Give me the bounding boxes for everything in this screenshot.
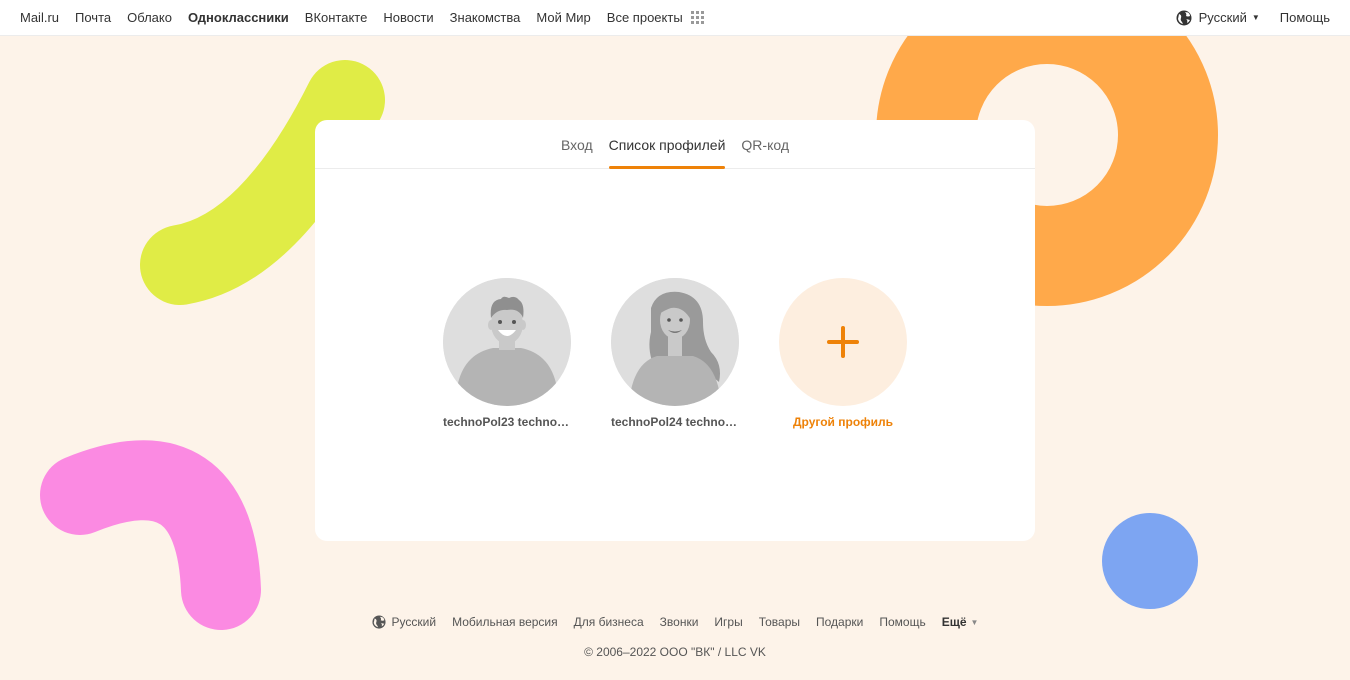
profile-name: technoPol23 technoPol23 xyxy=(443,415,571,429)
add-profile-label: Другой профиль xyxy=(792,415,894,429)
login-card: Вход Список профилей QR-код technoPol23 … xyxy=(315,120,1035,541)
footer-language-selector[interactable]: Русский xyxy=(371,615,437,629)
profile-item[interactable]: technoPol24 technoPol24 xyxy=(611,278,739,429)
profile-name: technoPol24 technoPol24 xyxy=(611,415,739,429)
footer-links: Русский Мобильная версия Для бизнеса Зво… xyxy=(0,615,1350,629)
tab-login[interactable]: Вход xyxy=(561,137,593,168)
login-tabs: Вход Список профилей QR-код xyxy=(315,120,1035,169)
nav-link-vkontakte[interactable]: ВКонтакте xyxy=(305,10,368,25)
globe-icon xyxy=(371,615,386,629)
caret-down-icon: ▼ xyxy=(1251,13,1260,22)
tab-profile-list[interactable]: Список профилей xyxy=(608,137,725,169)
topbar-right: Русский ▼ Помощь xyxy=(1176,10,1330,26)
nav-link-znakomstva[interactable]: Знакомства xyxy=(450,10,521,25)
plus-icon xyxy=(827,326,859,358)
projects-nav: Mail.ru Почта Облако Одноклассники ВКонт… xyxy=(20,10,704,25)
footer-link-business[interactable]: Для бизнеса xyxy=(574,615,644,629)
profile-list: technoPol23 technoPol23 technoPol24 tech… xyxy=(315,278,1035,429)
nav-link-novosti[interactable]: Новости xyxy=(383,10,433,25)
nav-link-pochta[interactable]: Почта xyxy=(75,10,111,25)
language-label: Русский xyxy=(1198,10,1247,25)
footer-link-goods[interactable]: Товары xyxy=(759,615,800,629)
globe-icon xyxy=(1176,10,1192,25)
nav-link-moy-mir[interactable]: Мой Мир xyxy=(536,10,590,25)
copyright-text: © 2006–2022 ООО "ВК" / LLC VK xyxy=(584,645,766,659)
footer-link-calls[interactable]: Звонки xyxy=(660,615,699,629)
footer-more-label: Ещё xyxy=(941,615,967,629)
male-avatar xyxy=(443,278,571,406)
profile-item[interactable]: technoPol23 technoPol23 xyxy=(443,278,571,429)
help-link[interactable]: Помощь xyxy=(1280,10,1330,25)
nav-link-odnoklassniki[interactable]: Одноклассники xyxy=(188,10,289,25)
footer-link-gifts[interactable]: Подарки xyxy=(816,615,863,629)
add-profile-circle xyxy=(779,278,907,406)
top-navigation-bar: Mail.ru Почта Облако Одноклассники ВКонт… xyxy=(0,0,1350,36)
nav-link-oblako[interactable]: Облако xyxy=(127,10,172,25)
female-avatar xyxy=(611,278,739,406)
add-profile-button[interactable]: Другой профиль xyxy=(779,278,907,429)
pink-arc-shape xyxy=(40,440,261,630)
tab-qr-code[interactable]: QR-код xyxy=(741,137,789,168)
footer-more-button[interactable]: Ещё ▼ xyxy=(942,615,979,629)
nav-link-mailru[interactable]: Mail.ru xyxy=(20,10,59,25)
footer-link-help[interactable]: Помощь xyxy=(879,615,925,629)
nav-link-all-projects[interactable]: Все проекты xyxy=(607,10,683,25)
language-selector[interactable]: Русский ▼ xyxy=(1176,10,1260,26)
caret-down-icon: ▼ xyxy=(970,617,979,627)
footer-link-games[interactable]: Игры xyxy=(714,615,742,629)
footer-language-label: Русский xyxy=(391,615,437,629)
blue-circle-shape xyxy=(1102,513,1198,609)
apps-grid-icon[interactable] xyxy=(690,11,704,24)
footer-link-mobile[interactable]: Мобильная версия xyxy=(452,615,558,629)
